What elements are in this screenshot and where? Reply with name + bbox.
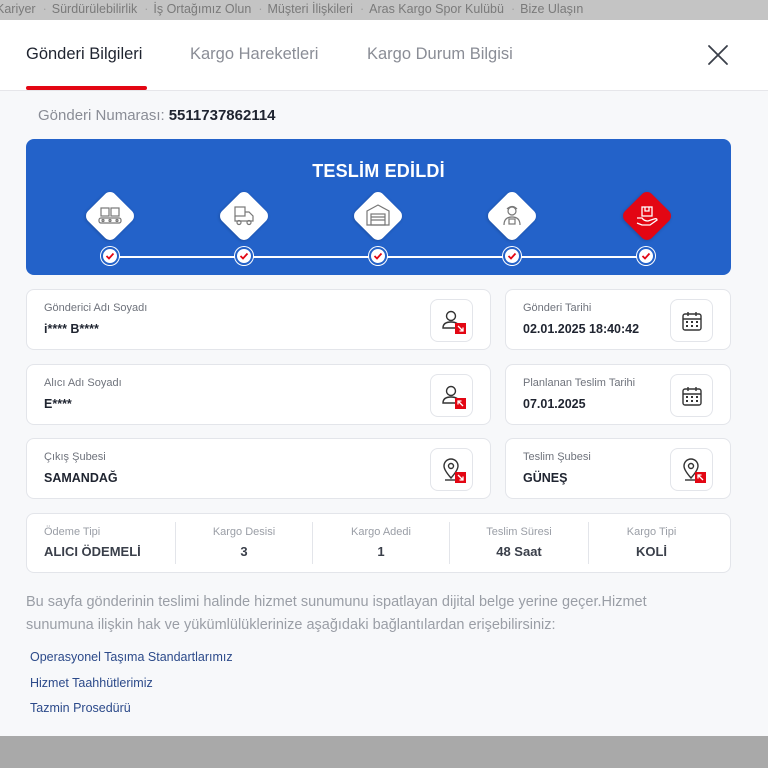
summary-payment-type: Ödeme Tipi ALICI ÖDEMELİ — [44, 514, 174, 572]
cargo-count-value: 1 — [377, 544, 385, 559]
nav-link-is-ortagi[interactable]: İş Ortağımız Olun — [153, 0, 251, 19]
summary-cargo-desi: Kargo Desisi 3 — [176, 514, 312, 572]
sender-name-card: Gönderici Adı Soyadı i**** B**** — [26, 289, 491, 350]
cargo-type-value: KOLİ — [635, 544, 668, 559]
nav-separator: · — [144, 2, 149, 16]
nav-link-surdurulebilirlik[interactable]: Sürdürülebilirlik — [52, 0, 137, 19]
delivery-duration-value: 48 Saat — [496, 544, 542, 559]
step-5-check — [637, 247, 655, 265]
planned-delivery-value: 07.01.2025 — [523, 397, 586, 411]
top-site-nav: Kariyer · Sürdürülebilirlik · İş Ortağımız O… — [0, 0, 768, 20]
nav-link-musteri-iliskileri[interactable]: Müşteri İlişkileri — [268, 0, 353, 19]
modal-tabs: Gönderi Bilgileri Kargo Hareketleri Karg… — [0, 20, 768, 91]
receiver-icon-box — [430, 374, 473, 417]
origin-branch-label: Çıkış Şubesi — [44, 451, 106, 463]
page-overlay-bottom — [0, 736, 768, 768]
tracking-number-row: Gönderi Numarası: 5511737862114 — [38, 107, 276, 124]
nav-separator: · — [510, 2, 516, 16]
link-operational-standards[interactable]: Operasyonel Taşıma Standartlarımız — [30, 650, 233, 664]
delivery-branch-label: Teslim Şubesi — [523, 451, 591, 463]
step-1-check — [101, 247, 119, 265]
link-compensation-procedure[interactable]: Tazmin Prosedürü — [30, 701, 131, 715]
nav-separator: · — [359, 2, 365, 16]
sent-date-icon-box — [670, 299, 713, 342]
legal-disclaimer: Bu sayfa gönderinin teslimi halinde hizm… — [26, 594, 647, 633]
step-4-check — [503, 247, 521, 265]
warehouse-icon — [366, 204, 390, 226]
cargo-desi-value: 3 — [240, 544, 248, 559]
tracking-number: 5511737862114 — [168, 107, 276, 124]
delivery-status-card: TESLİM EDİLDİ — [26, 139, 731, 275]
check-icon — [105, 252, 115, 260]
calendar-icon — [682, 387, 702, 406]
delivery-status-title: TESLİM EDİLDİ — [312, 161, 445, 181]
sender-name-value: i**** B**** — [44, 322, 99, 336]
courier-icon — [503, 205, 521, 226]
shipment-info-panel: Gönderi Numarası: 5511737862114 TESLİM ED… — [0, 91, 768, 736]
hand-package-icon — [636, 206, 658, 226]
summary-cargo-count: Kargo Adedi 1 — [313, 514, 449, 572]
shipment-summary: Ödeme Tipi ALICI ÖDEMELİ Kargo Desisi 3 … — [26, 513, 731, 573]
step-2-check — [235, 247, 253, 265]
tab-shipment-info[interactable]: Gönderi Bilgileri — [26, 45, 142, 64]
summary-cargo-type: Kargo Tipi KOLİ — [589, 514, 714, 572]
nav-link-kariyer[interactable]: Kariyer — [0, 0, 36, 19]
location-outgoing-icon — [443, 458, 466, 483]
sent-date-card: Gönderi Tarihi 02.01.2025 18:40:42 — [505, 289, 731, 350]
check-icon — [239, 252, 249, 260]
origin-branch-card: Çıkış Şubesi SAMANDAĞ — [26, 438, 491, 499]
calendar-icon — [682, 312, 702, 331]
receiver-name-value: E**** — [44, 397, 72, 411]
receiver-name-card: Alıcı Adı Soyadı E**** — [26, 364, 491, 425]
nav-link-spor-kulubu[interactable]: Aras Kargo Spor Kulübü — [369, 0, 504, 19]
origin-branch-icon-box — [430, 448, 473, 491]
tab-cargo-movements[interactable]: Kargo Hareketleri — [190, 45, 318, 64]
planned-delivery-card: Planlanan Teslim Tarihi 07.01.2025 — [505, 364, 731, 425]
nav-separator: · — [42, 2, 47, 16]
tab-cargo-status[interactable]: Kargo Durum Bilgisi — [367, 45, 513, 64]
sender-icon-box — [430, 299, 473, 342]
step-3-check — [369, 247, 387, 265]
nav-separator: · — [258, 2, 263, 16]
cargo-type-label: Kargo Tipi — [626, 526, 677, 538]
close-icon — [708, 45, 728, 65]
close-button[interactable] — [706, 43, 730, 67]
check-icon — [641, 252, 651, 260]
active-tab-indicator — [26, 86, 147, 90]
nav-link-bize-ulasin[interactable]: Bize Ulaşın — [520, 0, 583, 19]
cargo-count-label: Kargo Adedi — [351, 526, 411, 538]
payment-type-value: ALICI ÖDEMELİ — [44, 544, 141, 559]
summary-delivery-duration: Teslim Süresi 48 Saat — [450, 514, 588, 572]
cargo-desi-label: Kargo Desisi — [212, 526, 276, 538]
delivery-duration-label: Teslim Süresi — [486, 526, 552, 538]
sent-date-label: Gönderi Tarihi — [523, 302, 592, 314]
check-icon — [507, 252, 517, 260]
sender-name-label: Gönderici Adı Soyadı — [44, 302, 148, 314]
tracking-number-label: Gönderi Numarası: — [38, 107, 165, 124]
sent-date-value: 02.01.2025 18:40:42 — [523, 322, 640, 336]
person-incoming-icon — [442, 385, 466, 409]
check-icon — [373, 252, 383, 260]
planned-delivery-icon-box — [670, 374, 713, 417]
packages-icon — [98, 207, 122, 224]
link-service-commitments[interactable]: Hizmet Taahhütlerimiz — [30, 676, 153, 690]
receiver-name-label: Alıcı Adı Soyadı — [44, 377, 122, 389]
delivery-branch-card: Teslim Şubesi GÜNEŞ — [505, 438, 731, 499]
person-outgoing-icon — [442, 310, 466, 334]
payment-type-label: Ödeme Tipi — [44, 526, 101, 538]
delivery-branch-value: GÜNEŞ — [523, 471, 568, 485]
delivery-branch-icon-box — [670, 448, 713, 491]
location-incoming-icon — [683, 458, 706, 483]
origin-branch-value: SAMANDAĞ — [44, 471, 118, 485]
delivery-truck-icon — [234, 206, 254, 226]
shipment-modal: Gönderi Bilgileri Kargo Hareketleri Karg… — [0, 20, 768, 736]
planned-delivery-label: Planlanan Teslim Tarihi — [523, 377, 636, 389]
